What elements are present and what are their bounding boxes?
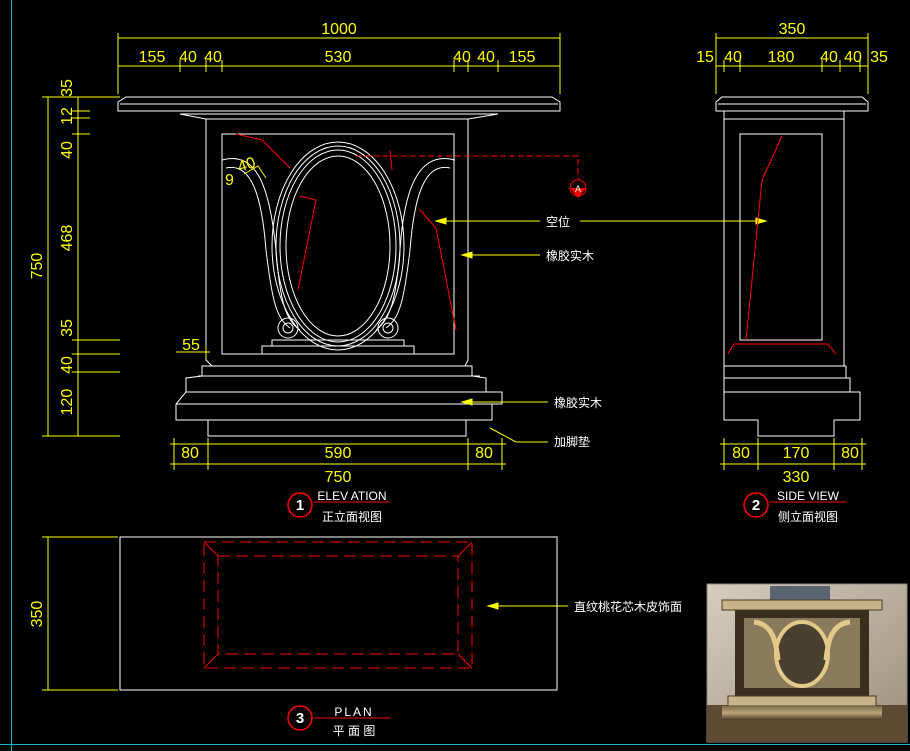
elev-dim-left: 120 <box>59 389 76 416</box>
elev-dim-top: 40 <box>204 49 222 66</box>
elevation-title: 1 ELEV ATION 正立面视图 <box>287 489 390 524</box>
side-view-hidden-lines <box>727 135 837 355</box>
elevation-hidden-lines <box>235 133 579 331</box>
side-dim-top: 40 <box>820 49 838 66</box>
drawing-label: 40 <box>236 154 258 176</box>
side-view-title: 2 SIDE VIEW 侧立面视图 <box>743 489 846 524</box>
elev-dim-left: 40 <box>59 356 76 374</box>
callout-rubberwood-2: 橡胶实木 <box>554 395 602 410</box>
side-dim-bottom: 80 <box>732 445 750 462</box>
side-dim-top: 40 <box>844 49 862 66</box>
side-dim-top-total: 350 <box>779 21 806 38</box>
elev-dim-top: 530 <box>325 49 352 66</box>
callout-veneer: 直纹桃花芯木皮饰面 <box>574 599 682 614</box>
elev-dim-top: 40 <box>453 49 471 66</box>
elev-dim-top-total: 1000 <box>321 21 357 38</box>
drawing-label: A <box>575 184 581 194</box>
elev-dim-left: 12 <box>59 107 76 125</box>
side-dim-top: 180 <box>768 49 795 66</box>
side-dim-bottom: 170 <box>783 445 810 462</box>
callout-void: 空位 <box>546 214 570 229</box>
console-table-photo <box>706 583 908 743</box>
elev-dim-left: 40 <box>59 141 76 159</box>
elev-dim-bottom-total: 750 <box>325 469 352 486</box>
drawing-label: PLAN <box>334 705 373 719</box>
drawing-label: 9 <box>225 172 234 189</box>
plan-dim-left: 350 <box>29 601 46 628</box>
elev-dim-bottom: 80 <box>181 445 199 462</box>
drawing-label: 1 <box>296 497 304 514</box>
elev-dim-left-total: 750 <box>29 253 46 280</box>
elev-dim-top: 40 <box>179 49 197 66</box>
drawing-label: SIDE VIEW <box>777 489 840 503</box>
side-dim-top: 40 <box>724 49 742 66</box>
elevation-frame <box>179 113 499 367</box>
elev-dim-top: 155 <box>139 49 166 66</box>
elev-dim-bottom: 80 <box>475 445 493 462</box>
elev-dim-55: 55 <box>182 337 200 354</box>
cad-drawing: A 9 40 1000 155 40 40 530 40 40 155 750 … <box>29 21 908 743</box>
section-marker-a: A <box>569 179 587 198</box>
drawing-label: 正立面视图 <box>322 509 382 524</box>
drawing-label: 2 <box>752 497 760 514</box>
drawing-label: 平 面 图 <box>333 724 376 738</box>
elev-dim-left: 35 <box>59 319 76 337</box>
side-dim-bottom: 80 <box>841 445 859 462</box>
elev-dim-top: 40 <box>477 49 495 66</box>
plan-view <box>119 536 558 691</box>
side-view <box>715 96 869 437</box>
elev-dim-left: 468 <box>59 225 76 252</box>
drawing-label: ELEV ATION <box>317 489 386 503</box>
arch-dimension: 9 40 <box>225 154 267 189</box>
callout-foot-pad: 加脚垫 <box>554 434 590 449</box>
side-dim-top: 15 <box>696 49 714 66</box>
plan-dimension <box>42 536 118 691</box>
callout-rubberwood-1: 橡胶实木 <box>546 248 594 263</box>
elevation-view <box>117 96 561 437</box>
elev-dim-bottom: 590 <box>325 445 352 462</box>
elev-dim-top: 155 <box>509 49 536 66</box>
plan-title: 3 PLAN 平 面 图 <box>287 705 390 738</box>
side-dim-bottom-total: 330 <box>783 469 810 486</box>
side-dim-top: 35 <box>870 49 888 66</box>
elev-dim-left: 35 <box>59 79 76 97</box>
elevation-left-dimensions <box>42 96 120 437</box>
drawing-label: 侧立面视图 <box>778 509 838 524</box>
callout-leaders <box>434 217 768 610</box>
drawing-label: 3 <box>296 710 304 727</box>
